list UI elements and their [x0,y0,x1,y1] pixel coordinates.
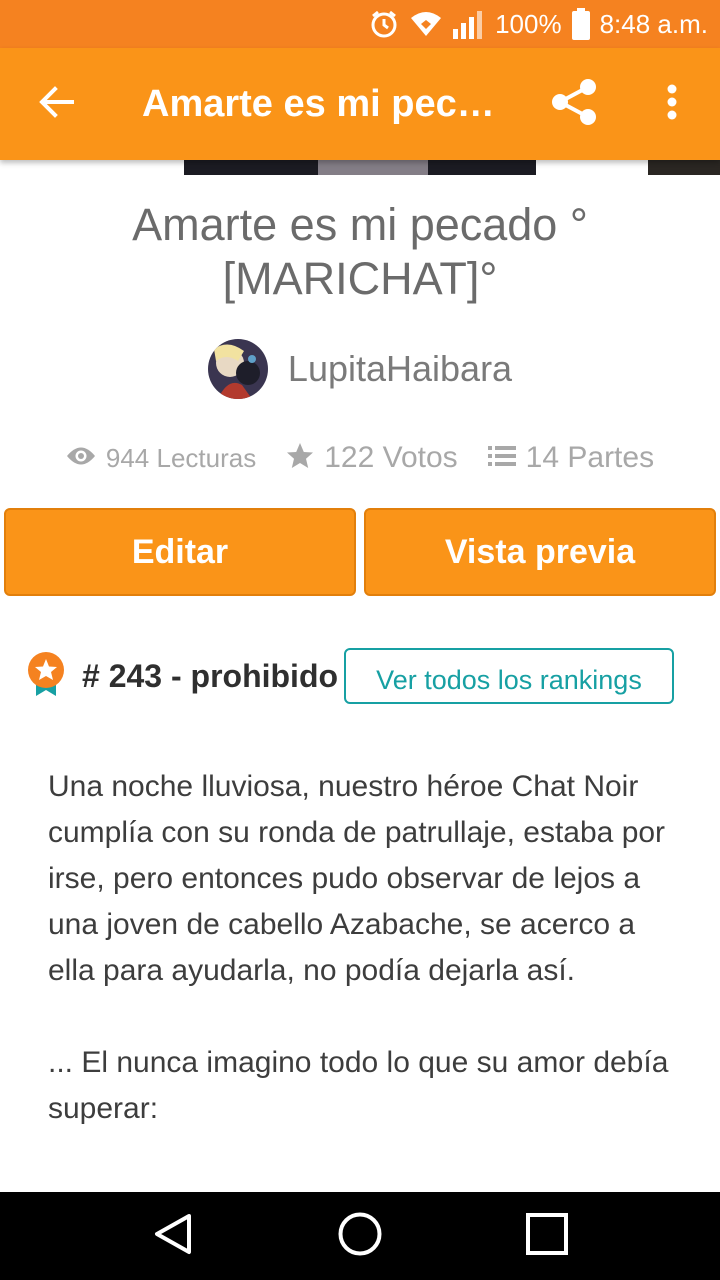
status-bar: 100% 8:48 a.m. [0,0,720,48]
parts-count: 14 Partes [525,441,655,474]
description-paragraph: Una noche lluviosa, nuestro héroe Chat N… [48,770,666,987]
list-icon [487,444,516,473]
author-name[interactable]: LupitaHaibara [288,348,512,390]
app-bar-title: Amarte es mi pec… [142,82,495,125]
reads-count: 944 Lecturas [105,442,257,473]
more-vertical-icon [666,84,678,125]
reads-stat: 944 Lecturas [66,443,256,474]
ranking-text: # 243 - prohibido [82,657,339,694]
alarm-icon [369,9,399,39]
back-button[interactable] [0,48,112,160]
more-options-button[interactable] [624,48,720,160]
nav-home-button[interactable] [310,1192,410,1280]
clock: 8:48 a.m. [599,8,708,39]
ranking-medal-icon [26,651,66,702]
wifi-icon [409,10,443,38]
avatar[interactable] [207,339,268,399]
system-nav-bar [0,1192,720,1280]
description-paragraph: ... El nunca imagino todo lo que su amor… [48,1046,669,1125]
cover-image [184,160,536,175]
story-title: Amarte es mi pecado ° [MARICHAT]° [132,199,588,304]
share-button[interactable] [524,48,624,160]
nav-recents-icon [525,1212,569,1261]
nav-recents-button[interactable] [497,1192,597,1280]
edit-button[interactable]: Editar [4,508,356,596]
view-all-rankings-button[interactable]: Ver todos los rankings [344,648,674,704]
battery-icon [571,8,590,40]
story-stats: 944 Lecturas 122 Votos 14 Partes [0,436,720,480]
preview-button[interactable]: Vista previa [364,508,716,596]
star-icon [286,442,314,475]
nav-back-button[interactable] [123,1192,223,1280]
author-row[interactable]: LupitaHaibara [0,338,720,400]
story-description: Una noche lluviosa, nuestro héroe Chat N… [48,764,688,1178]
share-icon [549,77,599,132]
back-arrow-icon [38,84,74,125]
votes-count: 122 Votos [324,441,458,474]
battery-percent: 100% [495,8,562,39]
ranking-row: # 243 - prohibido Ver todos los rankings [26,648,674,704]
cover-image-next [648,160,720,175]
nav-home-icon [337,1211,383,1262]
signal-icon [453,9,485,39]
app-bar: Amarte es mi pec… [0,48,720,160]
parts-stat: 14 Partes [487,441,655,475]
nav-back-icon [151,1212,195,1261]
eye-icon [66,445,96,472]
votes-stat: 122 Votos [286,441,458,475]
